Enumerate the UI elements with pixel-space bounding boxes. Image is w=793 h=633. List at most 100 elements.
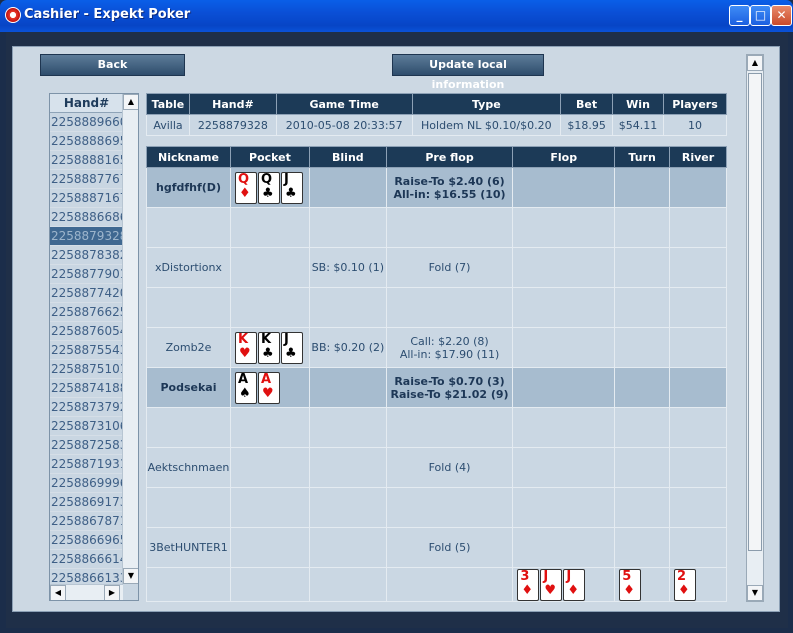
playing-card: 5 ♦ [619,568,642,601]
close-icon[interactable]: ✕ [771,5,792,26]
player-nickname [146,207,231,248]
hand-list-item[interactable]: 2258887167 [50,189,127,208]
info-players: 10 [663,114,727,136]
card-suit: ♠ [238,385,251,401]
turn-cell [614,407,671,448]
playing-card: A ♠ [234,371,257,404]
card-rank: A [260,371,272,387]
scroll-left-icon[interactable]: ◀ [50,585,66,600]
pocket-cards [229,287,310,328]
playing-card: K ♥ [234,331,257,364]
hand-list-item[interactable]: 2258876625 [50,303,127,322]
back-button[interactable]: Back [40,54,185,76]
main-vertical-scrollbar[interactable]: ▲ ▼ [746,54,764,602]
preflop-action-1: Fold (4) [428,461,471,474]
playing-card: A ♥ [257,371,280,404]
table-row: 3 ♦ J ♥ J ♦ 5 ♦ 2 ♦ [146,567,727,602]
card-rank: K [260,331,272,347]
header-flop: Flop [512,146,616,168]
hand-list-vertical-scrollbar[interactable]: ▲ ▼ [122,94,138,584]
hand-list-item[interactable]: 2258888165 [50,151,127,170]
hand-list-item[interactable]: 2258879328 [50,227,127,246]
hand-list-item[interactable]: 2258871931 [50,455,127,474]
card-suit: ♦ [567,582,579,598]
hand-list-item[interactable]: 2258889660 [50,113,127,132]
flop-cell [512,207,616,248]
preflop-actions [385,407,514,448]
card-rank: 3 [520,568,530,584]
hand-info-table: Table Hand# Game Time Type Bet Win Playe… [146,93,727,136]
hand-list-item[interactable]: 2258869173 [50,493,127,512]
header-blind: Blind [308,146,387,168]
flop-cell [512,167,616,208]
maximize-icon[interactable]: □ [750,5,771,26]
hand-list-header: Hand# [50,94,123,113]
preflop-action-2: Raise-To $21.02 (9) [390,387,509,401]
hand-list-item[interactable]: 2258877420 [50,284,127,303]
hand-list-item[interactable]: 2258886686 [50,208,127,227]
turn-cell [614,247,671,288]
update-local-information-button[interactable]: Update local information [392,54,544,91]
window-title: Cashier - Expekt Poker [24,7,191,22]
hand-list-item[interactable]: 2258877901 [50,265,127,284]
blind-action [308,527,387,568]
preflop-actions [385,287,514,328]
hand-list-item[interactable]: 2258869996 [50,474,127,493]
scroll-right-icon[interactable]: ▶ [104,585,120,600]
minimize-icon[interactable]: _ [729,5,750,26]
main-scroll-down-icon[interactable]: ▼ [747,585,763,601]
hand-list-item[interactable]: 2258875101 [50,360,127,379]
hand-list-item[interactable]: 2258873792 [50,398,127,417]
preflop-action-1: Raise-To $0.70 (3) [394,374,505,388]
playing-card: J ♣ [280,171,303,204]
turn-cell [614,527,671,568]
river-cell [669,327,727,368]
pocket-cards [229,407,310,448]
table-row: Podsekai A ♠ A ♥ Raise-To $0.70 (3) Raise-To $… [146,367,727,408]
river-cell [669,207,727,248]
card-suit: ♣ [284,185,297,201]
info-header-type: Type [411,93,562,115]
card-rank: Q [237,171,250,187]
playing-card: 3 ♦ [517,568,540,601]
table-row: Aektschnmaen Fold (4) [146,447,727,488]
pocket-cards [229,487,310,528]
blind-action [308,287,387,328]
turn-cell: 5 ♦ [614,567,671,602]
hand-list-item[interactable]: 2258876054 [50,322,127,341]
blind-action [308,447,387,488]
preflop-action-1: Fold (7) [428,261,471,274]
info-bet: $18.95 [560,114,614,136]
pocket-cards: K ♥ K ♣ J ♣ [229,327,310,368]
card-rank: A [237,371,249,387]
hand-list-item[interactable]: 2258875543 [50,341,127,360]
card-rank: J [283,331,289,347]
hand-list-item[interactable]: 2258866614 [50,550,127,569]
card-rank: 2 [677,568,687,584]
info-hand-number: 2258879328 [188,114,277,136]
hand-list-item[interactable]: 2258888695 [50,132,127,151]
card-suit: ♦ [623,582,635,598]
blind-action [308,367,387,408]
playing-card: J ♦ [563,568,586,601]
hand-number-list[interactable]: Hand# 2258889660 2258888695 2258888165 2258… [49,93,139,601]
hand-list-item[interactable]: 2258872583 [50,436,127,455]
scroll-up-icon[interactable]: ▲ [123,94,138,110]
header-pocket: Pocket [229,146,310,168]
title-bar[interactable]: Cashier - Expekt Poker _ □ ✕ [0,0,793,32]
flop-cell [512,287,616,328]
hand-list-item[interactable]: 2258878382 [50,246,127,265]
hand-list-horizontal-scrollbar[interactable]: ◀ ▶ [50,584,123,600]
scroll-down-icon[interactable]: ▼ [123,568,138,584]
hand-list-item[interactable]: 2258887767 [50,170,127,189]
expekt-logo-icon [5,7,21,23]
table-row [146,287,727,328]
hand-list-item[interactable]: 2258866965 [50,531,127,550]
hand-list-item[interactable]: 2258867871 [50,512,127,531]
main-scroll-up-icon[interactable]: ▲ [747,55,763,71]
hand-list-item[interactable]: 2258874188 [50,379,127,398]
river-cell: 2 ♦ [669,567,727,602]
main-scroll-thumb[interactable] [748,73,762,551]
hand-list-item[interactable]: 2258873106 [50,417,127,436]
playing-card: Q ♣ [257,171,280,204]
